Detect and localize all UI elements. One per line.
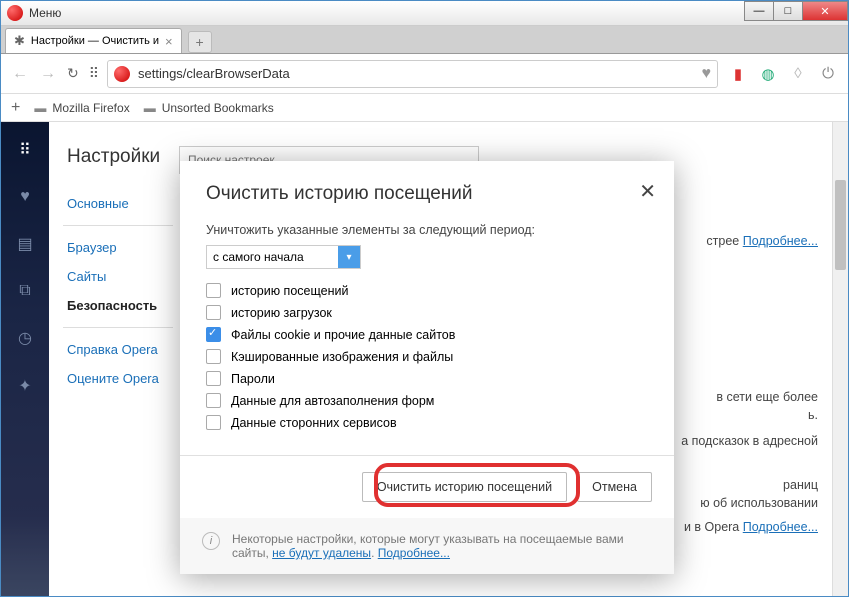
separator bbox=[63, 327, 173, 328]
back-button[interactable]: ← bbox=[11, 65, 29, 83]
dialog-info: i Некоторые настройки, которые могут ука… bbox=[180, 518, 674, 574]
opera-icon bbox=[114, 66, 130, 82]
opt-label: историю посещений bbox=[231, 284, 348, 298]
thirdparty-checkbox[interactable] bbox=[206, 415, 221, 430]
address-bar: ← → ↻ ⠿ ♥ ▮ ◍ ◊ ⏻ bbox=[1, 54, 848, 94]
bookmark-label: Unsorted Bookmarks bbox=[162, 101, 274, 115]
shield-icon[interactable]: ◊ bbox=[788, 65, 808, 82]
close-window-button[interactable]: ✕ bbox=[802, 1, 848, 21]
scrollbar[interactable] bbox=[832, 122, 848, 596]
tabs-rail-icon[interactable]: ⧉ bbox=[15, 282, 35, 300]
power-icon[interactable]: ⏻ bbox=[818, 65, 838, 82]
cookies-checkbox[interactable] bbox=[206, 327, 221, 342]
bookmark-folder-firefox[interactable]: ▬ Mozilla Firefox bbox=[34, 101, 129, 115]
browser-window: Меню — □ ✕ ✱ Настройки — Очистить и × + … bbox=[0, 0, 849, 597]
opt-label: Данные для автозаполнения форм bbox=[231, 394, 434, 408]
bookmark-folder-unsorted[interactable]: ▬ Unsorted Bookmarks bbox=[144, 101, 274, 115]
nav-basic[interactable]: Основные bbox=[67, 196, 179, 211]
tab-settings[interactable]: ✱ Настройки — Очистить и × bbox=[5, 28, 182, 53]
cache-checkbox[interactable] bbox=[206, 349, 221, 364]
adblock-icon[interactable]: ▮ bbox=[728, 65, 748, 83]
reload-button[interactable]: ↻ bbox=[67, 65, 79, 82]
nav-sites[interactable]: Сайты bbox=[67, 269, 179, 284]
chevron-down-icon: ▾ bbox=[338, 246, 360, 268]
bg-text: и в Opera bbox=[684, 520, 739, 534]
bookmarks-bar: + ▬ Mozilla Firefox ▬ Unsorted Bookmarks bbox=[1, 94, 848, 122]
speed-dial-icon[interactable]: ⠿ bbox=[89, 65, 97, 82]
clear-history-dialog: ✕ Очистить историю посещений Уничтожить … bbox=[180, 161, 674, 574]
bookmark-label: Mozilla Firefox bbox=[52, 101, 129, 115]
period-select[interactable]: с самого начала ▾ bbox=[206, 245, 361, 269]
opt-label: Данные сторонних сервисов bbox=[231, 416, 397, 430]
globe-icon[interactable]: ◍ bbox=[758, 65, 778, 83]
extensions-rail-icon[interactable]: ✦ bbox=[15, 376, 35, 396]
dialog-close-icon[interactable]: ✕ bbox=[639, 179, 656, 204]
opt-label: Кэшированные изображения и файлы bbox=[231, 350, 453, 364]
autofill-checkbox[interactable] bbox=[206, 393, 221, 408]
dialog-title: Очистить историю посещений bbox=[206, 183, 648, 205]
history-checkbox[interactable] bbox=[206, 283, 221, 298]
forward-button[interactable]: → bbox=[39, 65, 57, 83]
side-rail: ⠿ ♥ ▤ ⧉ ◷ ✦ bbox=[1, 122, 49, 596]
learn-more-link[interactable]: Подробнее... bbox=[743, 234, 818, 248]
bg-text: стрее bbox=[706, 234, 739, 248]
bg-text: а подсказок в адресной bbox=[681, 434, 818, 448]
clear-history-button[interactable]: Очистить историю посещений bbox=[362, 472, 567, 502]
news-rail-icon[interactable]: ▤ bbox=[15, 234, 35, 254]
new-tab-button[interactable]: + bbox=[188, 31, 212, 53]
gear-icon: ✱ bbox=[14, 33, 25, 49]
bookmark-heart-icon[interactable]: ♥ bbox=[702, 65, 712, 83]
maximize-button[interactable]: □ bbox=[773, 1, 803, 21]
dialog-subtitle: Уничтожить указанные элементы за следующ… bbox=[206, 223, 648, 237]
learn-more-link[interactable]: Подробнее... bbox=[378, 546, 450, 560]
folder-icon: ▬ bbox=[144, 101, 156, 115]
address-input[interactable] bbox=[138, 66, 694, 81]
history-rail-icon[interactable]: ◷ bbox=[15, 328, 35, 348]
downloads-checkbox[interactable] bbox=[206, 305, 221, 320]
opt-label: Файлы cookie и прочие данные сайтов bbox=[231, 328, 455, 342]
opt-label: Пароли bbox=[231, 372, 275, 386]
info-text: . bbox=[371, 546, 378, 560]
not-deleted-link[interactable]: не будут удалены bbox=[272, 546, 371, 560]
bg-text: в сети еще более bbox=[716, 390, 818, 404]
bg-text: ю об использовании bbox=[700, 496, 818, 510]
titlebar: Меню — □ ✕ bbox=[1, 1, 848, 26]
nav-browser[interactable]: Браузер bbox=[67, 240, 179, 255]
nav-security[interactable]: Безопасность bbox=[67, 298, 179, 313]
info-icon: i bbox=[202, 532, 220, 550]
passwords-checkbox[interactable] bbox=[206, 371, 221, 386]
close-tab-icon[interactable]: × bbox=[165, 34, 173, 49]
cancel-button[interactable]: Отмена bbox=[577, 472, 652, 502]
address-field-wrap[interactable]: ♥ bbox=[107, 60, 718, 88]
tab-title: Настройки — Очистить и bbox=[31, 35, 159, 47]
opt-label: историю загрузок bbox=[231, 306, 332, 320]
separator bbox=[63, 225, 173, 226]
period-value: с самого начала bbox=[213, 250, 304, 264]
opera-logo-icon bbox=[7, 5, 23, 21]
menu-button[interactable]: Меню bbox=[29, 6, 61, 20]
add-bookmark-button[interactable]: + bbox=[11, 99, 20, 117]
bg-text: ь. bbox=[808, 408, 818, 422]
settings-title: Настройки bbox=[67, 146, 179, 168]
settings-nav: Настройки Основные Браузер Сайты Безопас… bbox=[49, 122, 179, 596]
minimize-button[interactable]: — bbox=[744, 1, 774, 21]
folder-icon: ▬ bbox=[34, 101, 46, 115]
speed-dial-rail-icon[interactable]: ⠿ bbox=[15, 140, 35, 160]
learn-more-link[interactable]: Подробнее... bbox=[743, 520, 818, 534]
nav-rate[interactable]: Оцените Opera bbox=[67, 371, 179, 386]
scroll-thumb[interactable] bbox=[835, 180, 846, 270]
heart-rail-icon[interactable]: ♥ bbox=[15, 188, 35, 206]
rail-decoration bbox=[1, 516, 49, 596]
tab-bar: ✱ Настройки — Очистить и × + bbox=[1, 26, 848, 54]
bg-text: раниц bbox=[783, 478, 818, 492]
nav-help[interactable]: Справка Opera bbox=[67, 342, 179, 357]
